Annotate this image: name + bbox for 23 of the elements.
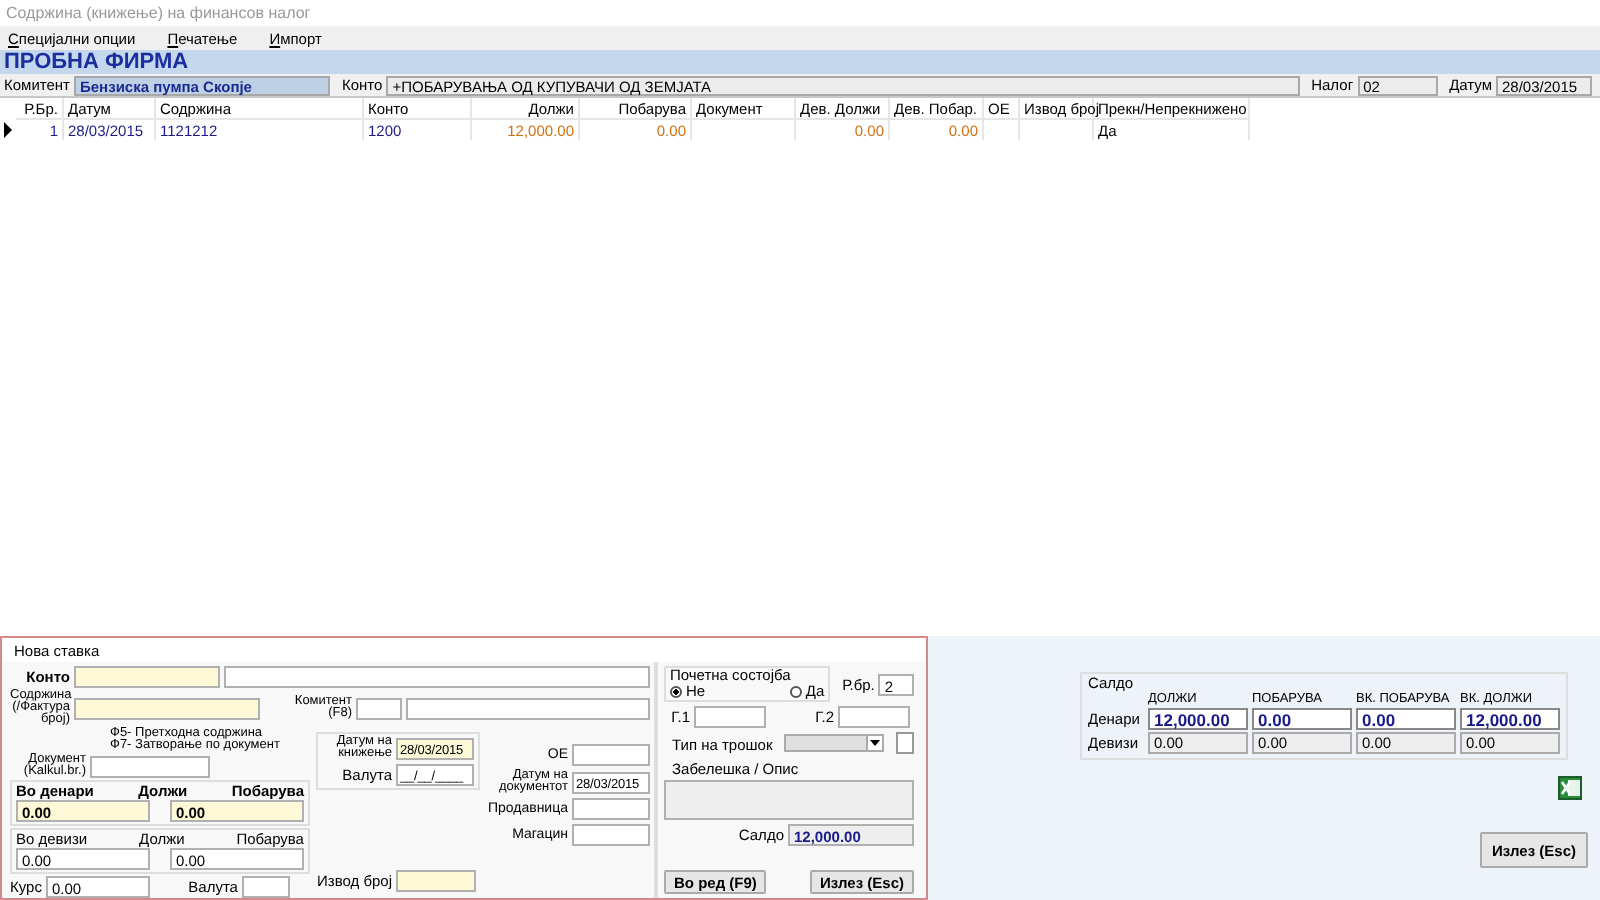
- oe-field[interactable]: [572, 744, 650, 766]
- content-field[interactable]: [74, 697, 260, 719]
- currency-field[interactable]: [241, 876, 290, 898]
- note-field[interactable]: [664, 780, 914, 820]
- partner-code-field[interactable]: [356, 697, 402, 719]
- g2-field[interactable]: [838, 706, 910, 728]
- amount-field: 12,000.00: [1460, 708, 1560, 730]
- g1-field[interactable]: [694, 706, 766, 728]
- account-code-field[interactable]: [74, 666, 220, 688]
- amount-field: 0.00: [1252, 708, 1352, 730]
- company-banner: ПРОБНА ФИРМА: [0, 50, 1600, 74]
- account-name-field[interactable]: [224, 666, 650, 688]
- amount-field: 12,000.00: [1148, 708, 1248, 730]
- store-field[interactable]: [572, 798, 650, 820]
- amount-field: 0.00: [1356, 708, 1456, 730]
- statement-field[interactable]: [396, 870, 476, 892]
- checkbox[interactable]: [896, 732, 914, 754]
- window-title: Содржина (книжење) на финансов налог: [6, 4, 311, 22]
- spreadsheet-export-icon[interactable]: [1558, 776, 1582, 800]
- document-field[interactable]: [90, 755, 210, 777]
- partner-name-field[interactable]: [406, 697, 650, 719]
- dropdown-arrow-icon: [870, 740, 880, 746]
- warehouse-field[interactable]: [572, 824, 650, 846]
